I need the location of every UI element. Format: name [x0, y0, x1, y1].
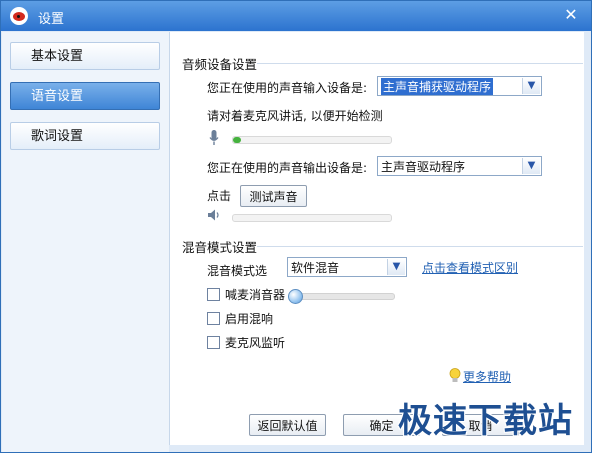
- close-button[interactable]: ✕: [561, 6, 581, 24]
- mix-mode-value: 软件混音: [291, 261, 340, 275]
- input-device-label: 您正在使用的声音输入设备是:: [207, 81, 368, 95]
- reset-default-button[interactable]: 返回默认值: [249, 414, 326, 436]
- test-sound-button[interactable]: 测试声音: [240, 185, 307, 207]
- audio-section-divider: [257, 63, 583, 64]
- chevron-down-icon[interactable]: ▼: [387, 259, 405, 275]
- output-device-label: 您正在使用的声音输出设备是:: [207, 161, 368, 175]
- reverb-label: 启用混响: [225, 312, 274, 326]
- chevron-down-icon[interactable]: ▼: [522, 158, 540, 174]
- reverb-checkbox[interactable]: [207, 312, 220, 325]
- mix-mode-label: 混音模式选: [207, 264, 268, 278]
- mic-hint-text: 请对着麦克风讲话, 以便开始检测: [207, 109, 383, 123]
- title-bar: 设置 ✕: [1, 1, 591, 31]
- speaker-icon: [208, 209, 219, 221]
- mode-difference-link[interactable]: 点击查看模式区别: [422, 259, 518, 276]
- output-device-value: 主声音驱动程序: [381, 160, 466, 174]
- muffler-checkbox[interactable]: [207, 288, 220, 301]
- mix-section-divider: [257, 246, 583, 247]
- muffler-label: 喊麦消音器: [225, 288, 286, 302]
- watermark-text: 极速下载站: [398, 401, 573, 441]
- settings-window: 设置 ✕ 基本设置 语音设置 歌词设置 音频设备设置 您正在使用的声音输入设备是…: [0, 0, 592, 453]
- mic-level-fill: [233, 137, 241, 143]
- click-label: 点击: [207, 189, 232, 203]
- muffler-slider-handle[interactable]: [288, 289, 303, 304]
- mix-mode-select[interactable]: 软件混音 ▼: [287, 257, 407, 277]
- audio-section-title: 音频设备设置: [182, 57, 258, 72]
- mic-monitor-label: 麦克风监听: [225, 336, 286, 350]
- mix-section-title: 混音模式设置: [182, 240, 258, 255]
- more-help-link[interactable]: 更多帮助: [463, 368, 511, 385]
- sidebar: 基本设置 语音设置 歌词设置: [2, 32, 169, 452]
- chevron-down-icon[interactable]: ▼: [522, 78, 540, 94]
- input-device-value: 主声音捕获驱动程序: [381, 78, 494, 95]
- weibo-app-icon: [10, 7, 28, 25]
- microphone-icon: [209, 130, 219, 145]
- output-level-bar: [232, 214, 392, 222]
- sidebar-item-basic[interactable]: 基本设置: [10, 42, 160, 70]
- lightbulb-icon: [449, 368, 461, 382]
- muffler-slider[interactable]: [288, 289, 395, 304]
- sidebar-item-voice[interactable]: 语音设置: [10, 82, 160, 110]
- input-device-select[interactable]: 主声音捕获驱动程序 ▼: [377, 76, 542, 96]
- mic-monitor-checkbox[interactable]: [207, 336, 220, 349]
- output-device-select[interactable]: 主声音驱动程序 ▼: [377, 156, 542, 176]
- window-title: 设置: [38, 12, 65, 27]
- sidebar-item-lyrics[interactable]: 歌词设置: [10, 122, 160, 150]
- mic-level-bar: [232, 136, 392, 144]
